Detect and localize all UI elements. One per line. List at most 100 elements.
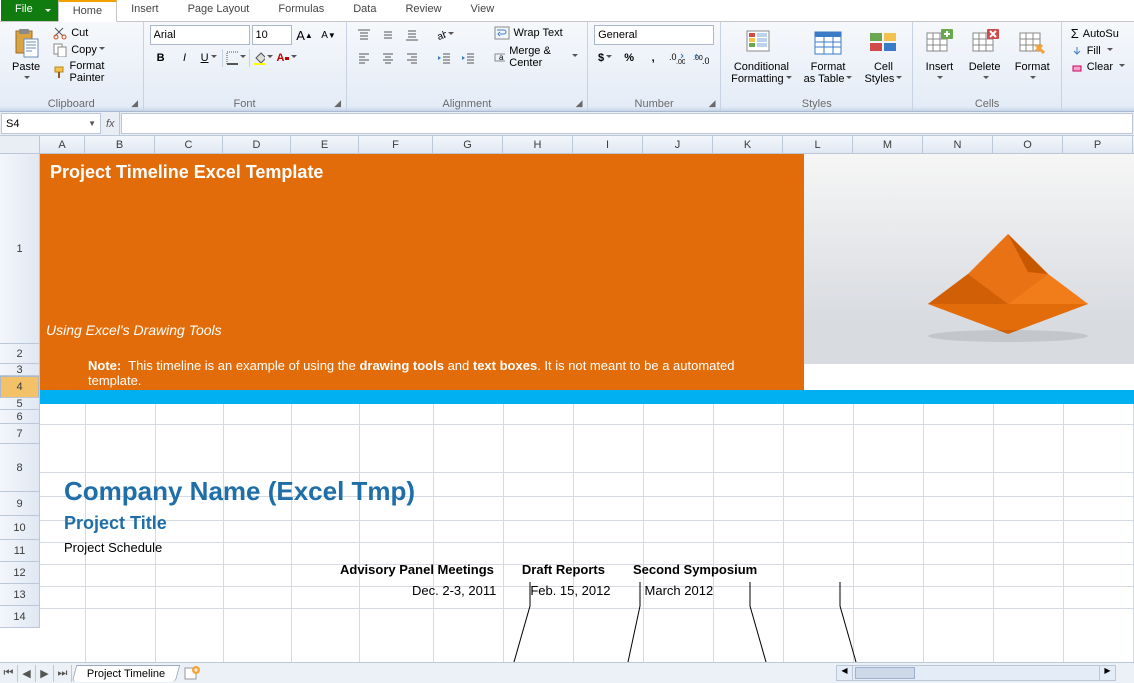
scroll-thumb[interactable] (855, 667, 915, 679)
row-header[interactable]: 6 (0, 410, 39, 424)
cut-label: Cut (71, 27, 88, 39)
tab-view[interactable]: View (457, 0, 510, 21)
decrease-indent-button[interactable] (433, 48, 455, 68)
row-header[interactable]: 3 (0, 364, 39, 376)
row-header[interactable]: 4 (0, 376, 39, 398)
tab-page-layout[interactable]: Page Layout (174, 0, 265, 21)
tab-insert[interactable]: Insert (117, 0, 174, 21)
orientation-button[interactable]: ab (433, 25, 455, 45)
number-launcher[interactable]: ◢ (706, 97, 718, 109)
font-size-select[interactable] (252, 25, 292, 45)
format-painter-button[interactable]: Format Painter (50, 59, 136, 85)
row-header[interactable]: 13 (0, 584, 39, 606)
currency-button[interactable]: $ (594, 48, 616, 68)
fill-button[interactable]: Fill (1068, 44, 1116, 58)
sheet-nav-next[interactable]: ▶ (36, 665, 54, 682)
horizontal-scrollbar[interactable]: ◀ ▶ (836, 665, 1116, 681)
column-header[interactable]: O (993, 136, 1063, 153)
format-as-table-button[interactable]: Format as Table (800, 25, 857, 87)
tab-review[interactable]: Review (391, 0, 456, 21)
autosum-button[interactable]: ΣAutoSu (1068, 25, 1122, 42)
formula-input[interactable] (121, 113, 1133, 134)
number-format-select[interactable] (594, 25, 714, 45)
row-header[interactable]: 14 (0, 606, 39, 628)
cell-styles-button[interactable]: Cell Styles (860, 25, 906, 87)
clipboard-launcher[interactable]: ◢ (129, 97, 141, 109)
format-cells-button[interactable]: Format (1010, 25, 1055, 87)
column-header[interactable]: A (40, 136, 85, 153)
delete-cells-button[interactable]: Delete (963, 25, 1005, 87)
sheet-tab-active[interactable]: Project Timeline (72, 665, 181, 682)
decrease-font-button[interactable]: A▼ (318, 25, 340, 45)
cut-button[interactable]: Cut (50, 25, 136, 41)
decrease-decimal-button[interactable]: .00.0 (690, 48, 712, 68)
row-header[interactable]: 10 (0, 516, 39, 540)
percent-button[interactable]: % (618, 48, 640, 68)
worksheet-grid[interactable]: ABCDEFGHIJKLMNOP 1234567891011121314 Pro… (0, 136, 1134, 662)
row-header[interactable]: 1 (0, 154, 39, 344)
italic-button[interactable]: I (174, 48, 196, 68)
name-box[interactable]: S4▼ (1, 113, 101, 134)
column-header[interactable]: D (223, 136, 291, 153)
column-header[interactable]: J (643, 136, 713, 153)
row-header[interactable]: 5 (0, 398, 39, 410)
bold-button[interactable]: B (150, 48, 172, 68)
row-header[interactable]: 11 (0, 540, 39, 562)
tab-data[interactable]: Data (339, 0, 391, 21)
cond-fmt-icon (745, 27, 777, 59)
font-color-button[interactable]: A (276, 48, 298, 68)
column-header[interactable]: F (359, 136, 433, 153)
row-header[interactable]: 9 (0, 492, 39, 516)
increase-indent-button[interactable] (457, 48, 479, 68)
column-header[interactable]: C (155, 136, 223, 153)
row-header[interactable]: 8 (0, 444, 39, 492)
merge-center-button[interactable]: aMerge & Center (491, 44, 582, 70)
wrap-text-button[interactable]: Wrap Text (491, 25, 582, 41)
align-left-button[interactable] (353, 48, 375, 68)
increase-font-button[interactable]: A▲ (294, 25, 316, 45)
font-launcher[interactable]: ◢ (332, 97, 344, 109)
conditional-formatting-button[interactable]: Conditional Formatting (727, 25, 796, 87)
column-header[interactable]: G (433, 136, 503, 153)
new-sheet-button[interactable] (182, 665, 202, 681)
column-header[interactable]: K (713, 136, 783, 153)
font-name-select[interactable] (150, 25, 250, 45)
scroll-right-button[interactable]: ▶ (1099, 666, 1115, 680)
column-header[interactable]: H (503, 136, 573, 153)
cells-area[interactable]: Project Timeline Excel Template Using Ex… (40, 154, 1134, 662)
insert-cells-button[interactable]: Insert (919, 25, 959, 87)
row-header[interactable]: 12 (0, 562, 39, 584)
align-bottom-button[interactable] (401, 25, 423, 45)
fill-color-button[interactable] (252, 48, 274, 68)
column-header[interactable]: P (1063, 136, 1133, 153)
select-all-corner[interactable] (0, 136, 40, 154)
row-header[interactable]: 2 (0, 344, 39, 364)
column-header[interactable]: E (291, 136, 359, 153)
align-center-button[interactable] (377, 48, 399, 68)
fx-button[interactable]: fx (106, 118, 115, 130)
column-header[interactable]: M (853, 136, 923, 153)
column-header[interactable]: B (85, 136, 155, 153)
increase-decimal-button[interactable]: .0.00 (666, 48, 688, 68)
copy-button[interactable]: Copy (50, 42, 136, 58)
sheet-nav-prev[interactable]: ◀ (18, 665, 36, 682)
column-header[interactable]: N (923, 136, 993, 153)
paste-button[interactable]: Paste (6, 25, 46, 87)
tab-formulas[interactable]: Formulas (264, 0, 339, 21)
borders-button[interactable] (225, 48, 247, 68)
alignment-launcher[interactable]: ◢ (573, 97, 585, 109)
tab-home[interactable]: Home (58, 0, 117, 22)
align-top-button[interactable] (353, 25, 375, 45)
scroll-left-button[interactable]: ◀ (837, 666, 853, 680)
tab-file[interactable]: File (1, 0, 58, 21)
align-middle-button[interactable] (377, 25, 399, 45)
clear-button[interactable]: Clear (1068, 60, 1128, 74)
sheet-nav-first[interactable]: ⏮ (0, 665, 18, 682)
align-right-button[interactable] (401, 48, 423, 68)
row-header[interactable]: 7 (0, 424, 39, 444)
column-header[interactable]: I (573, 136, 643, 153)
sheet-nav-last[interactable]: ⏭ (54, 665, 72, 682)
column-header[interactable]: L (783, 136, 853, 153)
underline-button[interactable]: U (198, 48, 220, 68)
comma-button[interactable]: , (642, 48, 664, 68)
